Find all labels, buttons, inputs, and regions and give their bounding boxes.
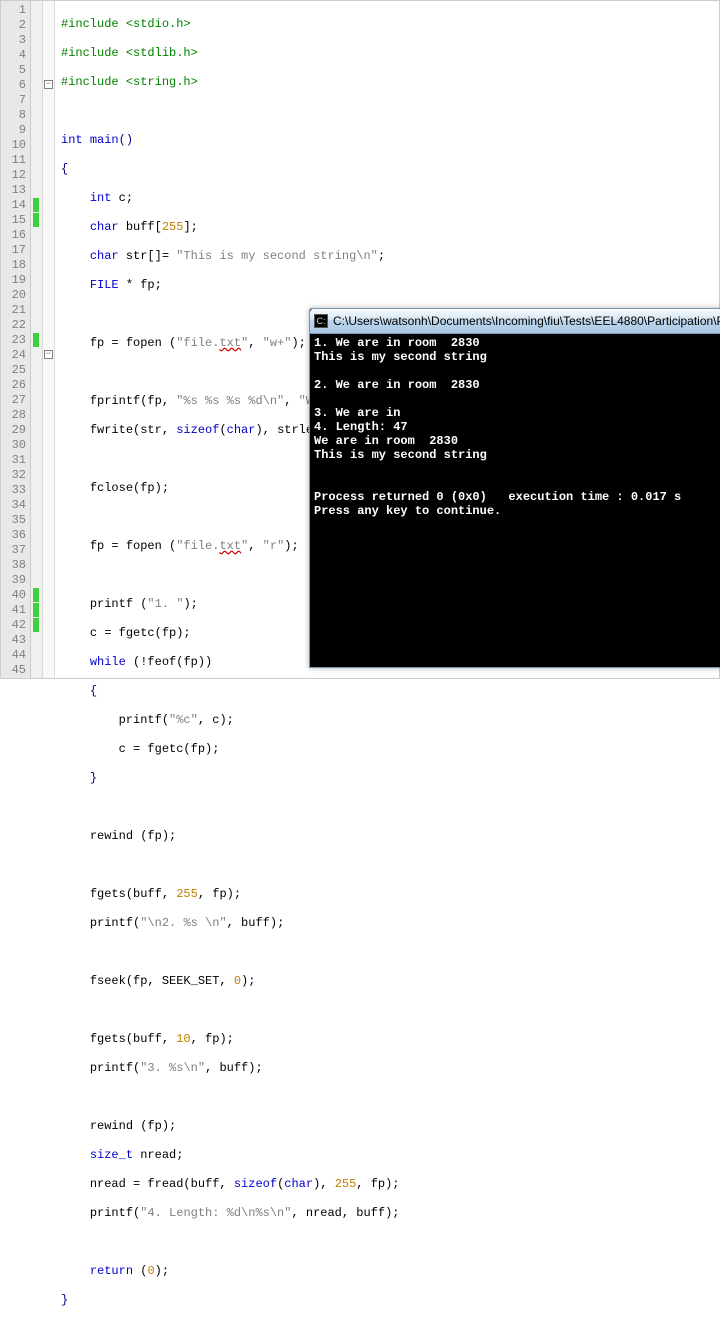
line-number: 43 — [1, 633, 26, 648]
line-number: 20 — [1, 288, 26, 303]
line-number: 13 — [1, 183, 26, 198]
line-number: 21 — [1, 303, 26, 318]
change-marker — [33, 333, 39, 347]
console-output[interactable]: 1. We are in room 2830This is my second … — [310, 334, 720, 667]
line-number: 40 — [1, 588, 26, 603]
line-number: 14 — [1, 198, 26, 213]
line-number: 25 — [1, 363, 26, 378]
line-number: 5 — [1, 63, 26, 78]
console-line — [314, 364, 720, 378]
line-number: 22 — [1, 318, 26, 333]
console-line: 4. Length: 47 — [314, 420, 720, 434]
console-line: Process returned 0 (0x0) execution time … — [314, 490, 720, 504]
line-number: 35 — [1, 513, 26, 528]
line-number: 30 — [1, 438, 26, 453]
console-line: Press any key to continue. — [314, 504, 720, 518]
console-line — [314, 462, 720, 476]
line-number: 10 — [1, 138, 26, 153]
line-number: 17 — [1, 243, 26, 258]
line-number: 9 — [1, 123, 26, 138]
fold-toggle[interactable]: − — [44, 80, 53, 89]
line-number: 36 — [1, 528, 26, 543]
line-number: 15 — [1, 213, 26, 228]
line-number: 16 — [1, 228, 26, 243]
line-number: 1 — [1, 3, 26, 18]
fold-column: −− — [43, 1, 55, 678]
line-number: 44 — [1, 648, 26, 663]
console-line: We are in room 2830 — [314, 434, 720, 448]
console-line: 2. We are in room 2830 — [314, 378, 720, 392]
line-number: 45 — [1, 663, 26, 678]
line-number: 24 — [1, 348, 26, 363]
line-number: 2 — [1, 18, 26, 33]
line-number: 11 — [1, 153, 26, 168]
line-number-gutter: 1234567891011121314151617181920212223242… — [1, 1, 31, 678]
line-number: 18 — [1, 258, 26, 273]
change-marker — [33, 198, 39, 212]
console-line: 1. We are in room 2830 — [314, 336, 720, 350]
line-number: 7 — [1, 93, 26, 108]
line-number: 38 — [1, 558, 26, 573]
line-number: 41 — [1, 603, 26, 618]
line-number: 33 — [1, 483, 26, 498]
console-window[interactable]: C: C:\Users\watsonh\Documents\Incoming\f… — [309, 308, 720, 668]
line-number: 27 — [1, 393, 26, 408]
change-marker — [33, 603, 39, 617]
line-number: 39 — [1, 573, 26, 588]
line-number: 3 — [1, 33, 26, 48]
line-number: 32 — [1, 468, 26, 483]
line-number: 42 — [1, 618, 26, 633]
fold-toggle[interactable]: − — [44, 350, 53, 359]
line-number: 34 — [1, 498, 26, 513]
console-icon: C: — [314, 314, 328, 328]
line-number: 19 — [1, 273, 26, 288]
console-line: 3. We are in — [314, 406, 720, 420]
console-line: This is my second string — [314, 350, 720, 364]
line-number: 6 — [1, 78, 26, 93]
line-number: 29 — [1, 423, 26, 438]
change-marker — [33, 588, 39, 602]
line-number: 31 — [1, 453, 26, 468]
marker-column — [31, 1, 43, 678]
line-number: 26 — [1, 378, 26, 393]
console-line — [314, 392, 720, 406]
change-marker — [33, 213, 39, 227]
console-line: This is my second string — [314, 448, 720, 462]
console-titlebar[interactable]: C: C:\Users\watsonh\Documents\Incoming\f… — [310, 309, 720, 334]
line-number: 28 — [1, 408, 26, 423]
change-marker — [33, 618, 39, 632]
console-title: C:\Users\watsonh\Documents\Incoming\fiu\… — [333, 314, 720, 328]
line-number: 4 — [1, 48, 26, 63]
line-number: 37 — [1, 543, 26, 558]
line-number: 12 — [1, 168, 26, 183]
line-number: 8 — [1, 108, 26, 123]
console-line — [314, 476, 720, 490]
line-number: 23 — [1, 333, 26, 348]
